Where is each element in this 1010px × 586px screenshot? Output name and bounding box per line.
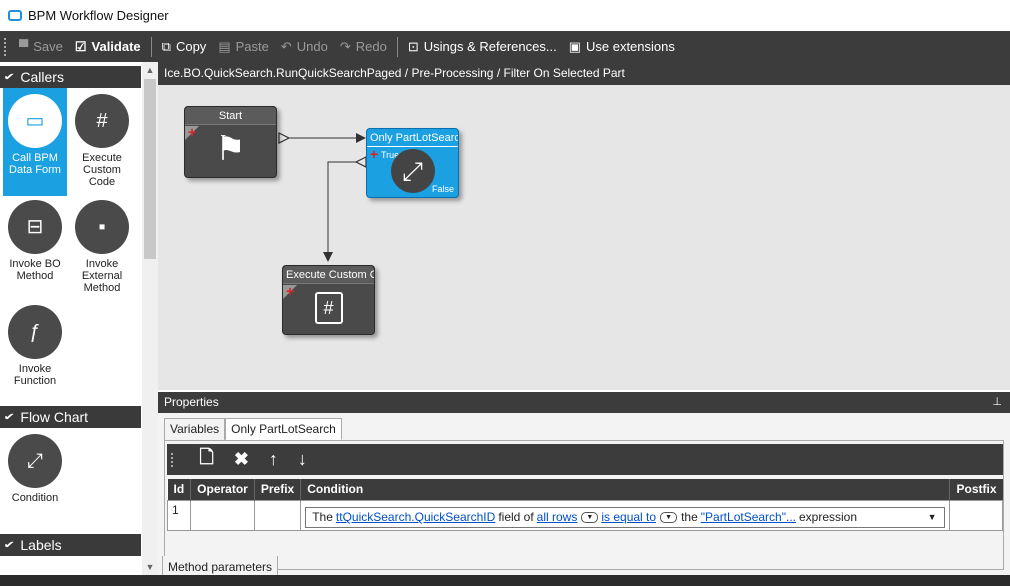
external-method-icon: ▪	[75, 200, 129, 254]
add-plus-icon[interactable]: +	[286, 283, 294, 299]
validate-button[interactable]: ☑ Validate	[69, 35, 147, 59]
properties-header: Properties ⊥	[158, 392, 1010, 413]
table-header-row: Id Operator Prefix Condition Postfix	[167, 479, 1003, 500]
callers-section-header[interactable]: ✔ Callers	[0, 66, 141, 88]
flow-chart-section-header[interactable]: ✔ Flow Chart	[0, 406, 141, 428]
breadcrumb: Ice.BO.QuickSearch.RunQuickSearchPaged /…	[158, 62, 1010, 85]
add-plus-icon[interactable]: +	[188, 124, 196, 140]
tool-condition[interactable]: ⤢ Condition	[3, 428, 67, 504]
paste-button[interactable]: ▤ Paste	[212, 35, 275, 59]
properties-tabs: Variables Only PartLotSearch	[164, 418, 342, 440]
sidebar-scrollbar[interactable]: ▲ ▼	[142, 62, 158, 575]
col-condition: Condition	[300, 479, 951, 500]
table-row[interactable]: 1 The ttQuickSearch.QuickSearchID field …	[166, 499, 1003, 531]
col-prefix: Prefix	[254, 479, 302, 500]
undo-icon: ↶	[280, 38, 292, 54]
operator-link[interactable]: is equal to	[601, 510, 656, 524]
main-toolbar: ▀ Save ☑ Validate ⧉ Copy ▤ Paste ↶ Undo ↷ Redo…	[0, 31, 1010, 62]
tool-invoke-bo-method[interactable]: ⊟ Invoke BO Method	[3, 194, 67, 282]
add-plus-icon[interactable]: +	[370, 146, 378, 162]
copy-button[interactable]: ⧉ Copy	[156, 35, 213, 59]
col-operator: Operator	[190, 479, 255, 500]
operator-dropdown-icon[interactable]: ▼	[660, 511, 678, 523]
code-hash-icon: #	[75, 94, 129, 148]
cell-condition[interactable]: The ttQuickSearch.QuickSearchID field of…	[300, 499, 951, 531]
flag-icon: ⚑	[215, 130, 246, 168]
condition-dropdown-icon[interactable]: ▼	[928, 512, 937, 522]
condition-icon: ⤢	[8, 434, 62, 488]
tab-variables[interactable]: Variables	[164, 418, 226, 440]
use-extensions-button[interactable]: ▣ Use extensions	[563, 35, 681, 59]
new-row-icon[interactable]: 🗋	[199, 445, 213, 475]
chevron-down-icon: ✔	[3, 71, 16, 83]
tool-invoke-function[interactable]: ƒ Invoke Function	[3, 299, 67, 387]
app-icon	[8, 10, 22, 21]
save-button[interactable]: ▀ Save	[13, 35, 69, 59]
toolbox-sidebar: ✔ Callers ▭ Call BPM Data Form # Execute …	[0, 62, 158, 586]
cell-postfix[interactable]	[949, 499, 1003, 531]
start-node-title: Start	[185, 107, 276, 125]
workflow-canvas[interactable]: Start + ⚑ Only PartLotSearch + True ⤢ Fa…	[158, 85, 1010, 390]
paste-icon: ▤	[218, 38, 231, 54]
conditions-table: Id Operator Prefix Condition Postfix 1 T…	[166, 479, 1003, 531]
undo-button[interactable]: ↶ Undo	[275, 35, 334, 59]
grid-grip	[171, 452, 179, 467]
col-postfix: Postfix	[949, 479, 1003, 500]
condition-icon: ⤢	[390, 149, 435, 193]
field-link[interactable]: ttQuickSearch.QuickSearchID	[336, 510, 495, 524]
toolbar-separator	[396, 36, 398, 57]
toolbar-separator	[150, 36, 152, 57]
col-id: Id	[167, 479, 192, 500]
move-up-icon[interactable]: ↑	[269, 449, 278, 470]
scrollbar-thumb[interactable]	[144, 79, 156, 259]
checkbox-icon: ☑	[74, 38, 87, 54]
scroll-down-icon[interactable]: ▼	[142, 559, 158, 575]
usings-references-button[interactable]: ⊡ Usings & References...	[402, 35, 563, 59]
cell-prefix[interactable]	[253, 499, 302, 531]
condition-editor[interactable]: The ttQuickSearch.QuickSearchID field of…	[305, 506, 946, 528]
copy-icon: ⧉	[161, 38, 171, 54]
condition-tab-panel: 🗋 ✖ ↑ ↓ Id Operator Prefix Condition Pos…	[164, 440, 1004, 570]
rows-link[interactable]: all rows	[537, 510, 578, 524]
condition-node[interactable]: Only PartLotSearch + True ⤢ False	[366, 128, 459, 198]
rows-dropdown-icon[interactable]: ▼	[581, 511, 599, 523]
save-icon: ▀	[19, 39, 29, 54]
tool-execute-custom-code[interactable]: # Execute Custom Code	[70, 88, 134, 188]
function-icon: ƒ	[8, 305, 62, 359]
move-down-icon[interactable]: ↓	[298, 449, 307, 470]
chevron-down-icon: ✔	[3, 411, 16, 423]
tool-call-bpm-data-form[interactable]: ▭ Call BPM Data Form	[3, 88, 67, 196]
labels-section-header[interactable]: ✔ Labels	[0, 534, 141, 556]
false-branch-label: False	[431, 184, 454, 194]
code-hash-icon: #	[314, 292, 343, 324]
properties-panel: Properties ⊥ Variables Only PartLotSearc…	[158, 392, 1010, 575]
toolbar-grip[interactable]	[4, 37, 7, 56]
tab-only-partlotsearch[interactable]: Only PartLotSearch	[225, 418, 342, 440]
data-form-icon: ▭	[8, 94, 62, 148]
redo-icon: ↷	[339, 38, 351, 54]
chevron-down-icon: ✔	[3, 539, 16, 551]
start-node[interactable]: Start + ⚑	[184, 106, 277, 178]
references-icon: ⊡	[407, 38, 419, 54]
condition-node-title: Only PartLotSearch	[367, 129, 458, 147]
taskbar-strip	[0, 575, 1010, 586]
title-bar: BPM Workflow Designer	[0, 0, 1010, 31]
cell-operator[interactable]	[190, 499, 255, 531]
window-title: BPM Workflow Designer	[28, 8, 169, 23]
execute-node-title: Execute Custom Code	[283, 266, 374, 284]
grid-toolbar: 🗋 ✖ ↑ ↓	[167, 444, 1003, 475]
value-link[interactable]: "PartLotSearch"...	[701, 510, 796, 524]
cell-id[interactable]: 1	[166, 499, 192, 531]
extensions-icon: ▣	[568, 38, 581, 54]
pin-icon[interactable]: ⊥	[992, 392, 1002, 413]
delete-row-icon[interactable]: ✖	[234, 449, 249, 470]
bo-method-icon: ⊟	[8, 200, 62, 254]
connector-lines	[278, 132, 367, 262]
execute-custom-code-node[interactable]: Execute Custom Code + #	[282, 265, 375, 335]
redo-button[interactable]: ↷ Redo	[334, 35, 393, 59]
tool-invoke-external-method[interactable]: ▪ Invoke External Method	[70, 194, 134, 294]
scroll-up-icon[interactable]: ▲	[142, 62, 158, 78]
